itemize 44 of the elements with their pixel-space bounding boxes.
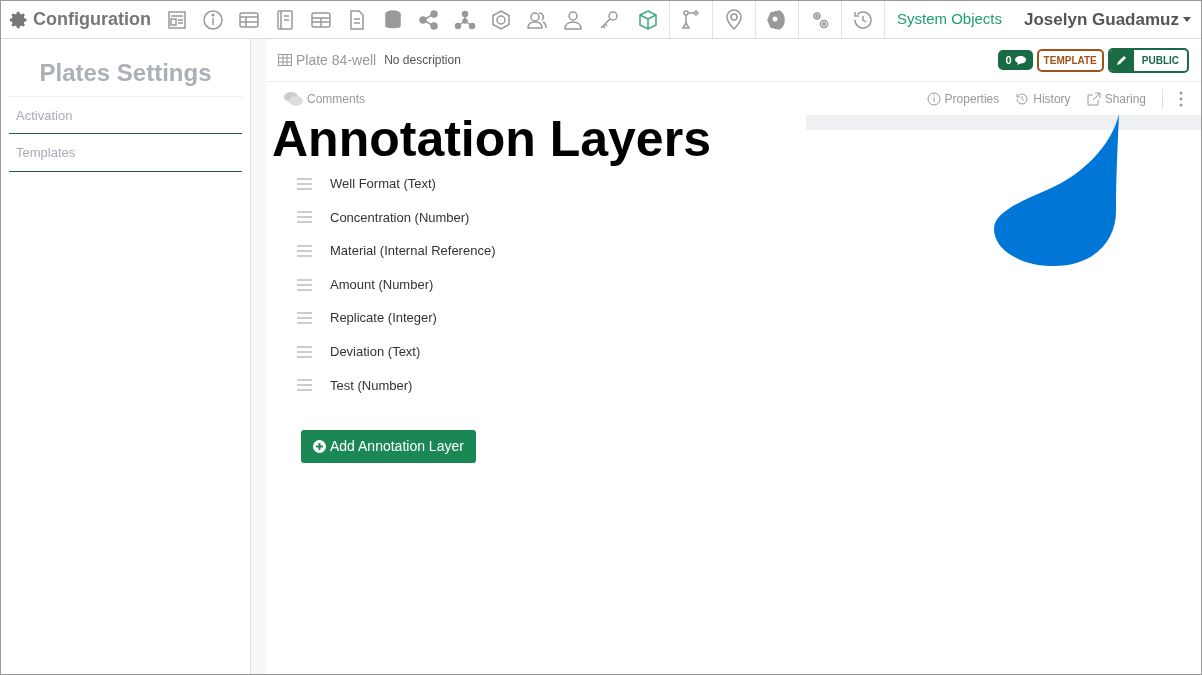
drag-handle-icon[interactable] (297, 345, 312, 358)
share-icon[interactable] (417, 7, 441, 32)
info-icon (926, 91, 941, 106)
cube-icon[interactable] (636, 7, 660, 32)
system-objects-link[interactable]: System Objects (884, 1, 1014, 38)
sidebar-item[interactable]: Templates (9, 134, 242, 172)
settings-icon (9, 9, 29, 30)
speech-bubble-icon (1014, 55, 1026, 65)
drag-handle-icon[interactable] (297, 278, 312, 291)
record-description: No description (384, 52, 461, 69)
record-name: Plate 84-well (296, 50, 377, 70)
comment-count-badge[interactable]: 0 (998, 49, 1033, 71)
drag-handle-icon[interactable] (297, 312, 312, 325)
hexagon-icon[interactable] (489, 7, 513, 32)
caret-icon[interactable] (1182, 17, 1191, 22)
info-icon[interactable] (201, 7, 225, 32)
user-menu[interactable]: Joselyn Guadamuz (1024, 6, 1179, 33)
drag-handle-icon[interactable] (297, 379, 312, 392)
annotation-layer-label: Well Format (Text) (330, 175, 436, 194)
annotation-layer-label: Replicate (Integer) (330, 309, 437, 328)
table-icon (278, 54, 292, 66)
tab[interactable]: Properties (926, 89, 1000, 108)
sidebar-title: Plates Settings (9, 39, 242, 97)
history-icon (1015, 91, 1030, 106)
app-title: Configuration (33, 8, 151, 31)
tab[interactable]: History (1015, 89, 1071, 108)
annotation-layer-label: Deviation (Text) (330, 343, 421, 361)
sidebar-item[interactable]: Activation (9, 96, 242, 135)
template-badge: TEMPLATE (1036, 48, 1104, 72)
share-icon (1086, 91, 1101, 106)
annotation-layer-label: Material (Internal Reference) (330, 242, 496, 261)
annotation-layer-label: Amount (Number) (330, 275, 434, 294)
plus-circle-icon (313, 440, 326, 454)
more-options-icon[interactable] (1179, 90, 1183, 107)
drag-handle-icon[interactable] (297, 211, 312, 224)
annotation-layer-label: Test (Number) (330, 376, 413, 395)
pencil-icon[interactable] (1116, 55, 1127, 65)
tab[interactable]: Sharing (1086, 89, 1146, 108)
tab[interactable]: Comments (284, 89, 365, 108)
annotation-layer-label: Concentration (Number) (330, 208, 470, 227)
drag-handle-icon[interactable] (297, 177, 312, 190)
drag-handle-icon[interactable] (297, 245, 312, 257)
chat-bubbles-icon (284, 91, 303, 106)
add-annotation-layer-button[interactable]: Add Annotation Layer (301, 430, 476, 464)
